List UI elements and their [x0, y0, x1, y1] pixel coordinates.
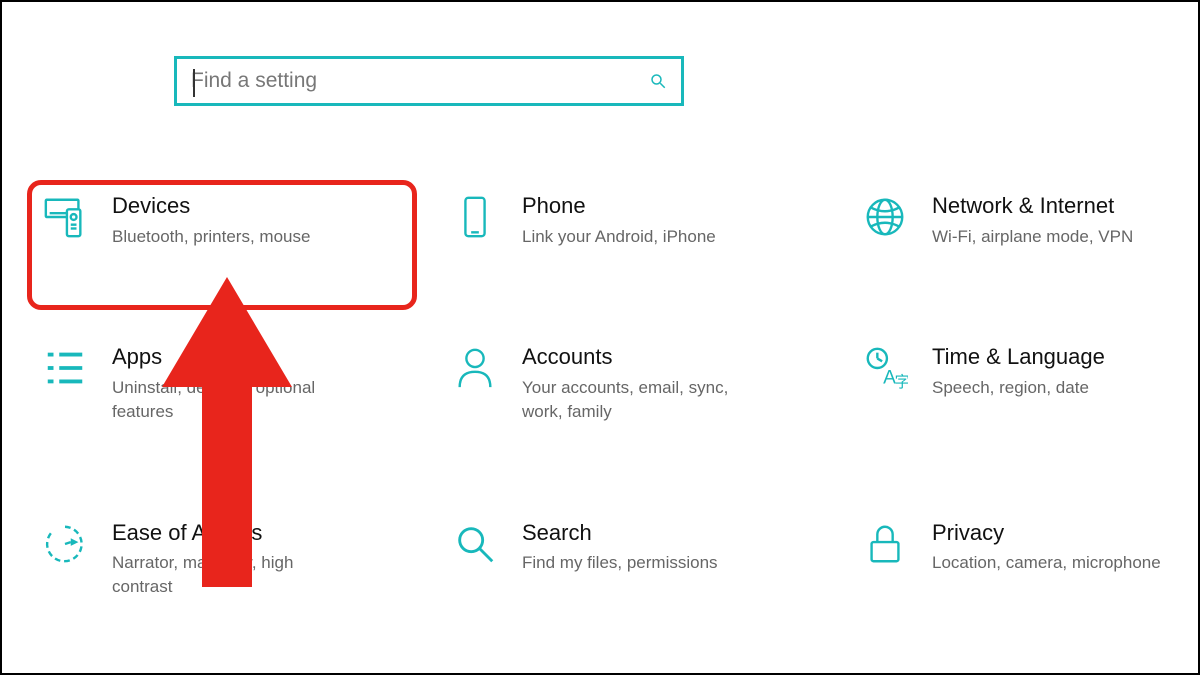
- tile-search[interactable]: Search Find my files, permissions: [452, 519, 862, 599]
- tile-apps[interactable]: Apps Uninstall, defaults, optional featu…: [42, 343, 452, 423]
- tile-subtitle: Find my files, permissions: [522, 551, 718, 575]
- time-language-icon: A 字: [862, 345, 908, 391]
- tile-phone[interactable]: Phone Link your Android, iPhone: [452, 192, 862, 248]
- tile-title: Privacy: [932, 519, 1161, 548]
- search-box[interactable]: [174, 56, 684, 106]
- tile-subtitle: Link your Android, iPhone: [522, 225, 716, 249]
- person-icon: [452, 345, 498, 391]
- settings-grid: Devices Bluetooth, printers, mouse Phone…: [42, 192, 1188, 599]
- tile-privacy[interactable]: Privacy Location, camera, microphone: [862, 519, 1200, 599]
- search-input[interactable]: [191, 69, 649, 93]
- ease-of-access-icon: [42, 521, 88, 567]
- tile-subtitle: Location, camera, microphone: [932, 551, 1161, 575]
- search-icon: [649, 72, 667, 90]
- tile-subtitle: Bluetooth, printers, mouse: [112, 225, 310, 249]
- tile-title: Devices: [112, 192, 310, 221]
- tile-devices[interactable]: Devices Bluetooth, printers, mouse: [42, 192, 452, 248]
- text-cursor: [193, 69, 195, 97]
- tile-title: Search: [522, 519, 718, 548]
- tile-title: Accounts: [522, 343, 762, 372]
- tile-title: Network & Internet: [932, 192, 1133, 221]
- phone-icon: [452, 194, 498, 240]
- tile-subtitle: Narrator, magnifier, high contrast: [112, 551, 352, 599]
- magnifier-icon: [452, 521, 498, 567]
- globe-icon: [862, 194, 908, 240]
- tile-subtitle: Wi-Fi, airplane mode, VPN: [932, 225, 1133, 249]
- tile-title: Phone: [522, 192, 716, 221]
- tile-network[interactable]: Network & Internet Wi-Fi, airplane mode,…: [862, 192, 1200, 248]
- tile-title: Apps: [112, 343, 352, 372]
- tile-accounts[interactable]: Accounts Your accounts, email, sync, wor…: [452, 343, 862, 423]
- svg-text:字: 字: [895, 375, 908, 392]
- tile-subtitle: Your accounts, email, sync, work, family: [522, 376, 762, 424]
- apps-icon: [42, 345, 88, 391]
- tile-subtitle: Speech, region, date: [932, 376, 1105, 400]
- tile-title: Time & Language: [932, 343, 1105, 372]
- devices-icon: [42, 194, 88, 240]
- lock-icon: [862, 521, 908, 567]
- tile-subtitle: Uninstall, defaults, optional features: [112, 376, 352, 424]
- tile-title: Ease of Access: [112, 519, 352, 548]
- tile-ease-of-access[interactable]: Ease of Access Narrator, magnifier, high…: [42, 519, 452, 599]
- tile-time-language[interactable]: A 字 Time & Language Speech, region, date: [862, 343, 1200, 423]
